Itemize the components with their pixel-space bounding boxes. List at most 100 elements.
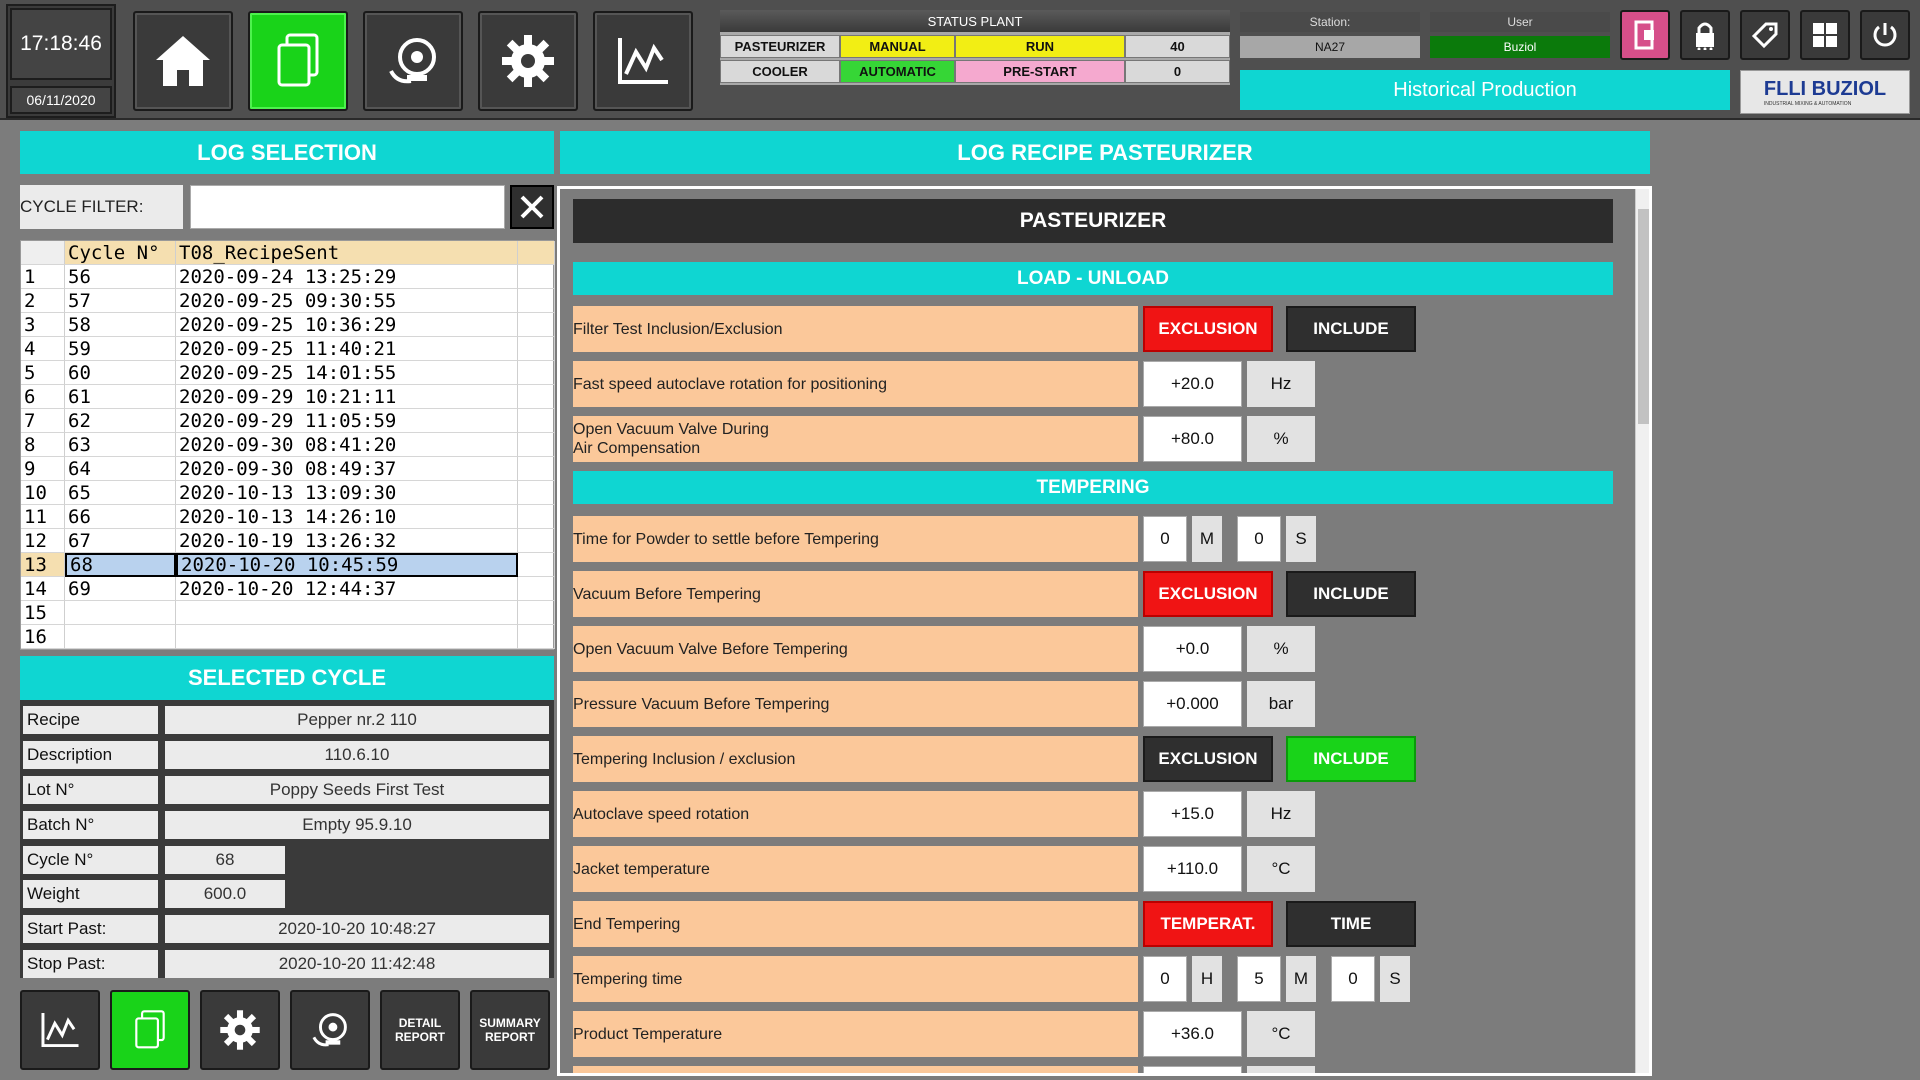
table-header-recipe-sent[interactable]: T08_RecipeSent [176,241,518,265]
station-value: NA27 [1240,36,1420,58]
station-label: Station: [1240,12,1420,32]
recipe-sent-time: 2020-09-30 08:49:37 [176,457,518,481]
recipe-sent-time: 2020-09-25 09:30:55 [176,289,518,313]
param-filter-test-label: Filter Test Inclusion/Exclusion [573,306,1138,352]
weight-label: Weight [23,880,158,908]
detail-report-button[interactable]: DETAIL REPORT [380,990,460,1070]
table-row[interactable]: 15 [21,601,555,625]
logout-button[interactable] [1620,10,1670,60]
pressure-vacuum-unit: bar [1247,681,1315,727]
clear-filter-button[interactable] [510,185,554,229]
table-row[interactable]: 4 59 2020-09-25 11:40:21 [21,337,555,361]
trend-button[interactable] [593,11,693,111]
vertical-scrollbar[interactable] [1635,189,1649,1073]
recipe-sent-time: 2020-09-29 10:21:11 [176,385,518,409]
recipe-sent-time [176,625,518,649]
recipe-sent-time: 2020-09-25 14:01:55 [176,361,518,385]
pressure-vacuum-value[interactable]: +0.000 [1143,681,1242,727]
tempering-include-button[interactable]: INCLUDE [1286,736,1416,782]
line-chart-icon [41,1012,79,1048]
power-button[interactable] [1860,10,1910,60]
log-selection-header: LOG SELECTION [20,131,554,174]
jacket-temp-unit: °C [1247,846,1315,892]
documents-icon [277,33,319,87]
powder-settle-sec-value[interactable]: 0 [1237,516,1281,562]
tempering-time-minutes-value[interactable]: 5 [1237,956,1281,1002]
jacket-temp-value[interactable]: +110.0 [1143,846,1242,892]
tempering-time-hours-value[interactable]: 0 [1143,956,1187,1002]
vacuum-before-exclusion-button[interactable]: EXCLUSION [1143,571,1273,617]
param-next-row-label [573,1066,1138,1073]
recipe-sent-time: 2020-09-30 08:41:20 [176,433,518,457]
status-value-cooler: 0 [1125,60,1230,83]
lock-button[interactable] [1680,10,1730,60]
table-row[interactable]: 7 62 2020-09-29 11:05:59 [21,409,555,433]
tag-button[interactable] [1740,10,1790,60]
table-header-cycle[interactable]: Cycle N° [65,241,176,265]
scrollbar-thumb[interactable] [1638,209,1649,424]
end-tempering-temperature-button[interactable]: TEMPERAT. [1143,901,1273,947]
powder-settle-min-unit: M [1192,516,1222,562]
windows-button[interactable] [1800,10,1850,60]
alarm-bell-icon [312,1013,347,1047]
open-vacuum-air-unit: % [1247,416,1315,462]
lot-label: Lot N° [23,776,158,804]
next-row-value[interactable] [1143,1066,1242,1073]
param-powder-settle-label: Time for Powder to settle before Temperi… [573,516,1138,562]
table-row[interactable]: 1 56 2020-09-24 13:25:29 [21,265,555,289]
log-recipe-header: LOG RECIPE PASTEURIZER [560,131,1650,174]
bottom-trend-button[interactable] [20,990,100,1070]
param-tempering-time-label: Tempering time [573,956,1138,1002]
powder-settle-min-value[interactable]: 0 [1143,516,1187,562]
product-temp-unit: °C [1247,1011,1315,1057]
end-tempering-time-button[interactable]: TIME [1286,901,1416,947]
autoclave-speed-value[interactable]: +15.0 [1143,791,1242,837]
home-button[interactable] [133,11,233,111]
recipe-scroll-frame[interactable]: PASTEURIZER LOAD - UNLOAD Filter Test In… [557,186,1652,1076]
summary-report-button[interactable]: SUMMARY REPORT [470,990,550,1070]
vacuum-before-include-button[interactable]: INCLUDE [1286,571,1416,617]
table-row[interactable]: 13 68 2020-10-20 10:45:59 [21,553,555,577]
alarm-button[interactable] [363,11,463,111]
table-row[interactable]: 14 69 2020-10-20 12:44:37 [21,577,555,601]
company-logo: FLLI BUZIOL INDUSTRIAL MIXING & AUTOMATI… [1740,70,1910,114]
table-row[interactable]: 5 60 2020-09-25 14:01:55 [21,361,555,385]
bottom-documents-button[interactable] [110,990,190,1070]
open-vacuum-before-value[interactable]: +0.0 [1143,626,1242,672]
row-index: 16 [21,625,65,649]
fast-speed-value[interactable]: +20.0 [1143,361,1242,407]
recipe-sent-time: 2020-09-25 11:40:21 [176,337,518,361]
clock-date: 06/11/2020 [10,86,112,114]
row-extra [518,289,555,313]
tempering-time-seconds-value[interactable]: 0 [1331,956,1375,1002]
tempering-exclusion-button[interactable]: EXCLUSION [1143,736,1273,782]
table-row[interactable]: 12 67 2020-10-19 13:26:32 [21,529,555,553]
logo-name: FLLI BUZIOL [1763,77,1887,100]
fast-speed-unit: Hz [1247,361,1315,407]
table-row[interactable]: 10 65 2020-10-13 13:09:30 [21,481,555,505]
table-row[interactable]: 9 64 2020-09-30 08:49:37 [21,457,555,481]
cycle-number [65,625,176,649]
filter-test-include-button[interactable]: INCLUDE [1286,306,1416,352]
recipe-sent-time: 2020-09-24 13:25:29 [176,265,518,289]
table-row[interactable]: 6 61 2020-09-29 10:21:11 [21,385,555,409]
bottom-alarm-button[interactable] [290,990,370,1070]
open-vacuum-air-value[interactable]: +80.0 [1143,416,1242,462]
status-name-pasteurizer: PASTEURIZER [720,35,840,58]
table-row[interactable]: 11 66 2020-10-13 14:26:10 [21,505,555,529]
product-temp-value[interactable]: +36.0 [1143,1011,1242,1057]
tag-icon [1751,22,1778,49]
table-row[interactable]: 8 63 2020-09-30 08:41:20 [21,433,555,457]
settings-button[interactable] [478,11,578,111]
row-extra [518,505,555,529]
documents-button[interactable] [248,11,348,111]
cycle-filter-input[interactable] [190,185,505,229]
table-row[interactable]: 16 [21,625,555,649]
status-state-pasteurizer: RUN [955,35,1125,58]
recipe-value: Pepper nr.2 110 [165,706,549,734]
table-row[interactable]: 3 58 2020-09-25 10:36:29 [21,313,555,337]
recipe-sent-time: 2020-09-29 11:05:59 [176,409,518,433]
bottom-settings-button[interactable] [200,990,280,1070]
table-row[interactable]: 2 57 2020-09-25 09:30:55 [21,289,555,313]
filter-test-exclusion-button[interactable]: EXCLUSION [1143,306,1273,352]
